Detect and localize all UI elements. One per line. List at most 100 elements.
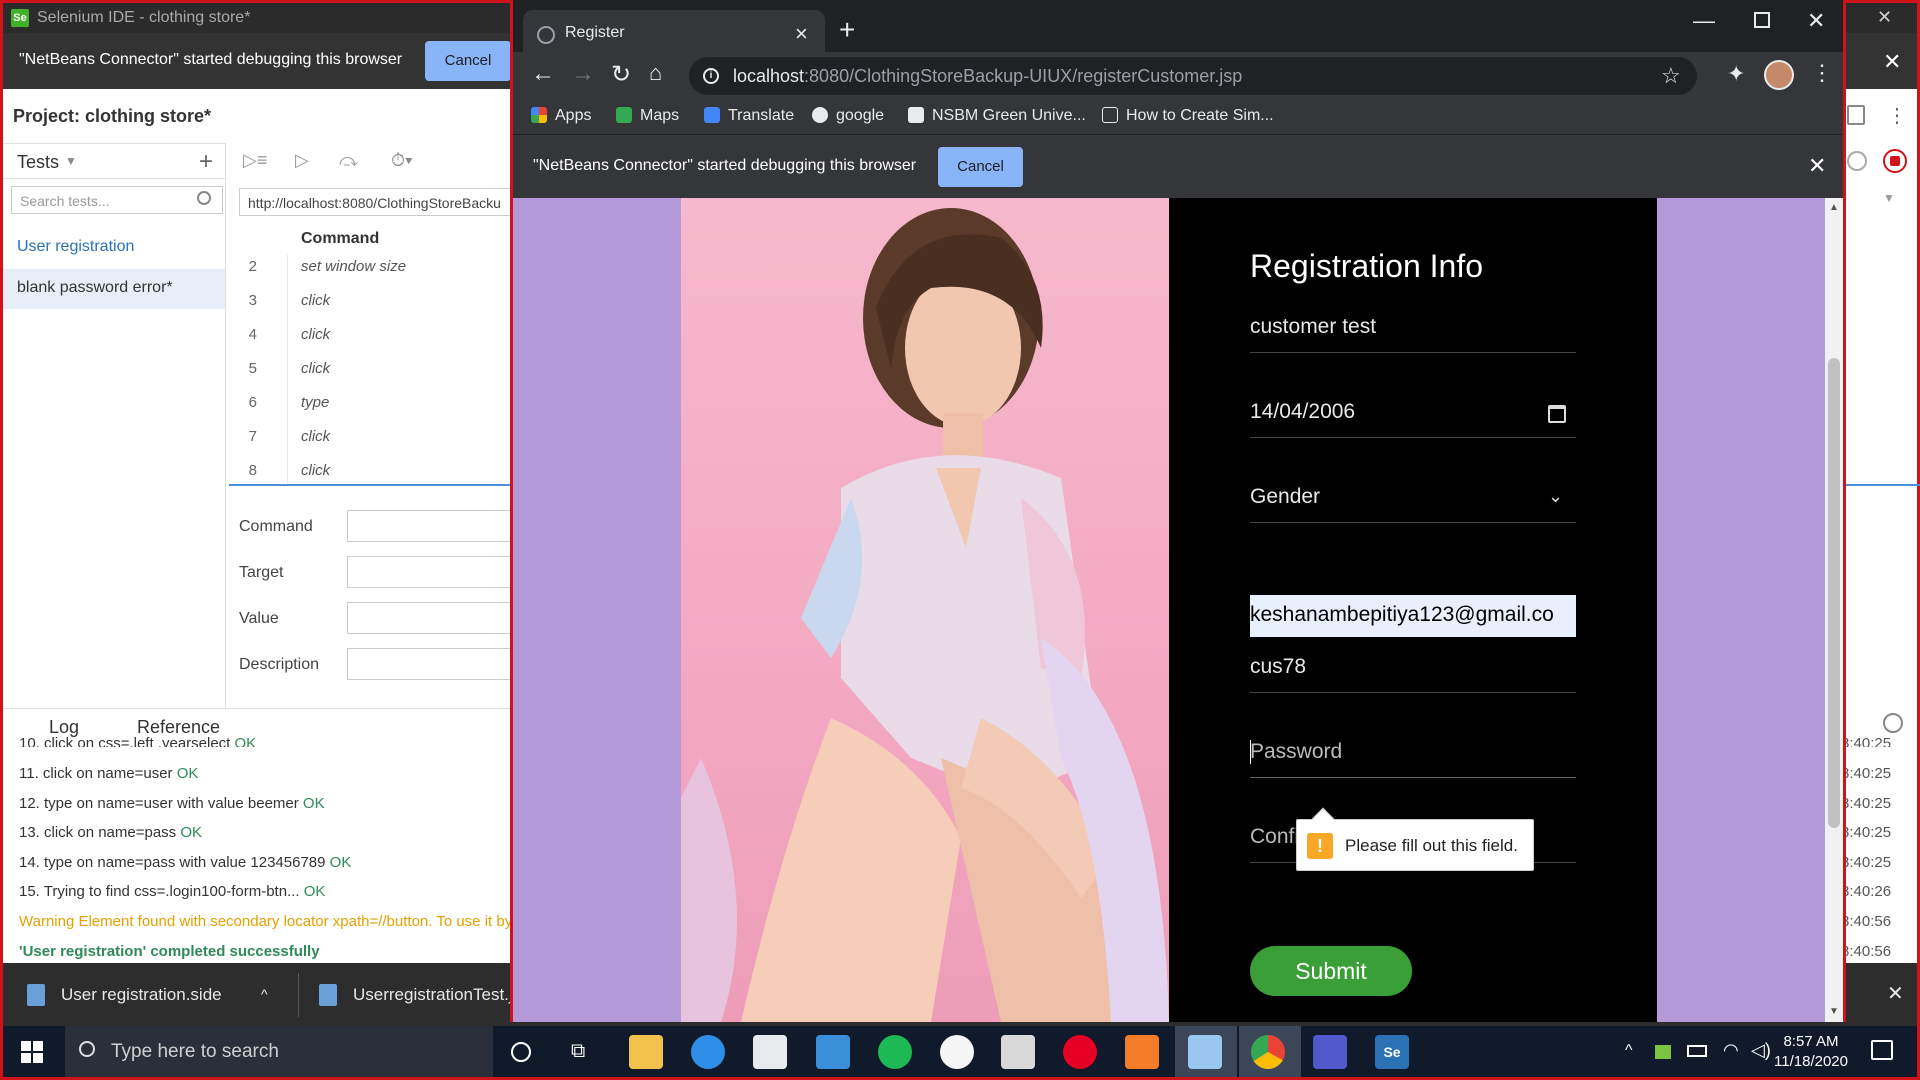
calendar-icon[interactable] xyxy=(1548,405,1566,423)
test-item-blank-password-error[interactable]: blank password error* xyxy=(3,269,225,309)
back-arrow-icon[interactable]: ← xyxy=(531,60,555,88)
taskbar-search-box[interactable]: Type here to search xyxy=(65,1026,493,1077)
run-current-test-icon[interactable]: ▷ xyxy=(295,150,309,171)
page-scrollbar[interactable]: ▲ ▼ xyxy=(1825,198,1843,1022)
date-of-birth-value: 14/04/2006 xyxy=(1250,400,1356,423)
email-input[interactable]: keshanambepitiya123@gmail.co xyxy=(1250,595,1576,637)
download-item-user-registration[interactable]: User registration.side xyxy=(61,963,222,1026)
taskbar-clock[interactable]: 8:57 AM 11/18/2020 xyxy=(1771,1032,1851,1072)
password-input[interactable]: Password xyxy=(1250,728,1576,778)
command-row[interactable]: 8 click xyxy=(229,462,529,496)
spotify-icon[interactable] xyxy=(878,1035,912,1069)
command-row[interactable]: 4 click xyxy=(229,326,529,360)
scrollbar-thumb[interactable] xyxy=(1828,358,1840,828)
speed-timer-icon[interactable]: ⏱▾ xyxy=(391,150,413,171)
bookmark-star-icon[interactable]: ☆ xyxy=(1661,63,1681,89)
maximize-icon[interactable] xyxy=(1754,12,1770,28)
forward-arrow-icon[interactable]: → xyxy=(571,60,595,88)
info-icon[interactable]: i xyxy=(703,68,719,84)
pinterest-icon[interactable] xyxy=(1063,1035,1097,1069)
tab-close-icon[interactable]: × xyxy=(795,21,808,47)
chrome-icon[interactable] xyxy=(1251,1035,1285,1069)
itunes-icon[interactable] xyxy=(940,1035,974,1069)
more-menu-icon[interactable]: ⋮ xyxy=(1887,103,1907,128)
command-row[interactable]: 2 set window size xyxy=(229,258,529,292)
xampp-icon[interactable] xyxy=(1125,1035,1159,1069)
chrome-infobar-close-icon[interactable]: ✕ xyxy=(1808,155,1826,177)
value-field-input[interactable] xyxy=(347,602,527,634)
scroll-up-icon[interactable]: ▲ xyxy=(1829,202,1839,213)
bookmark-apps[interactable]: Apps xyxy=(531,107,591,125)
chrome-menu-icon[interactable]: ⋮ xyxy=(1811,60,1833,86)
browser-toolbar: ← → ↻ ⌂ i localhost:8080/ClothingStoreBa… xyxy=(513,52,1843,102)
mail-icon[interactable] xyxy=(816,1035,850,1069)
command-row[interactable]: 6 type xyxy=(229,394,529,428)
project-name[interactable]: clothing store* xyxy=(85,106,211,126)
base-url-input[interactable]: http://localhost:8080/ClothingStoreBacku xyxy=(239,188,519,216)
url-chevron-down-icon[interactable]: ▼ xyxy=(1883,191,1895,205)
clear-log-icon[interactable] xyxy=(1883,713,1903,733)
gender-select[interactable]: Gender ⌄ xyxy=(1250,473,1576,523)
windows-start-icon[interactable] xyxy=(21,1041,43,1063)
add-test-plus-icon[interactable]: + xyxy=(199,148,213,176)
ide-infobar-cancel-button[interactable]: Cancel xyxy=(425,41,511,81)
virtualbox-icon[interactable] xyxy=(1188,1035,1222,1069)
volume-icon[interactable]: ◁) xyxy=(1751,1040,1771,1061)
home-icon[interactable]: ⌂ xyxy=(649,60,662,86)
chrome-infobar-cancel-button[interactable]: Cancel xyxy=(938,147,1023,187)
bookmark-google[interactable]: google xyxy=(812,107,884,125)
full-name-input[interactable]: customer test xyxy=(1250,303,1576,353)
log-ok: OK xyxy=(303,883,326,900)
date-of-birth-input[interactable]: 14/04/2006 xyxy=(1250,388,1576,438)
download-chevron-up-icon[interactable]: ^ xyxy=(261,963,268,1026)
pause-on-exceptions-icon[interactable] xyxy=(1847,151,1867,171)
submit-button[interactable]: Submit xyxy=(1250,946,1412,996)
tray-chevron-up-icon[interactable]: ^ xyxy=(1625,1042,1633,1060)
extensions-puzzle-icon[interactable]: ✦ xyxy=(1727,61,1745,87)
address-bar[interactable]: i localhost:8080/ClothingStoreBackup-UIU… xyxy=(689,57,1697,95)
test-item-user-registration[interactable]: User registration xyxy=(3,228,225,268)
profile-avatar[interactable] xyxy=(1764,60,1794,90)
teams-icon[interactable] xyxy=(1313,1035,1347,1069)
scroll-down-icon[interactable]: ▼ xyxy=(1829,1006,1839,1017)
stack-app-icon[interactable] xyxy=(1001,1035,1035,1069)
bookmark-translate[interactable]: Translate xyxy=(704,107,794,125)
downloads-close-icon[interactable]: ✕ xyxy=(1887,963,1904,1026)
window-close-icon[interactable]: ✕ xyxy=(1807,8,1825,34)
search-tests-input[interactable]: Search tests... xyxy=(11,186,223,214)
store-icon[interactable] xyxy=(753,1035,787,1069)
command-row[interactable]: 5 click xyxy=(229,360,529,394)
step-over-icon[interactable]: ⤼ xyxy=(339,150,358,171)
target-field-input[interactable] xyxy=(347,556,527,588)
ide-close-icon[interactable]: ✕ xyxy=(1877,7,1892,28)
cortana-icon[interactable] xyxy=(511,1042,531,1062)
bookmark-label: Maps xyxy=(640,107,680,124)
minimize-icon[interactable]: — xyxy=(1693,8,1715,34)
run-all-tests-icon[interactable]: ▷≡ xyxy=(243,150,267,171)
command-row[interactable]: 3 click xyxy=(229,292,529,326)
wifi-icon[interactable]: ◠ xyxy=(1723,1040,1739,1061)
record-stop-icon[interactable] xyxy=(1883,149,1907,173)
battery-icon[interactable] xyxy=(1687,1045,1707,1057)
new-tab-plus-icon[interactable]: + xyxy=(839,14,855,46)
file-explorer-icon[interactable] xyxy=(629,1035,663,1069)
bookmark-nsbm[interactable]: NSBM Green Unive... xyxy=(908,107,1086,125)
notifications-icon[interactable] xyxy=(1871,1040,1893,1060)
email-value: keshanambepitiya123@gmail.co xyxy=(1250,603,1554,626)
selenium-taskbar-icon[interactable]: Se xyxy=(1375,1035,1409,1069)
save-icon[interactable] xyxy=(1847,105,1865,125)
edge-icon[interactable] xyxy=(691,1035,725,1069)
tests-chevron-down-icon[interactable]: ▼ xyxy=(65,154,77,168)
bookmark-maps[interactable]: Maps xyxy=(616,107,679,125)
ide-infobar-close-icon[interactable]: ✕ xyxy=(1883,51,1901,73)
tests-dropdown[interactable]: Tests xyxy=(17,152,59,173)
command-field-input[interactable] xyxy=(347,510,527,542)
command-row[interactable]: 7 click xyxy=(229,428,529,462)
username-input[interactable]: cus78 xyxy=(1250,643,1576,693)
reload-icon[interactable]: ↻ xyxy=(611,60,631,89)
bookmark-how-to-create[interactable]: How to Create Sim... xyxy=(1102,107,1274,125)
nvidia-tray-icon[interactable] xyxy=(1655,1045,1671,1059)
description-field-input[interactable] xyxy=(347,648,527,680)
download-item-userregistrationtest[interactable]: UserregistrationTest.ja xyxy=(353,963,522,1026)
task-view-icon[interactable]: ⧉ xyxy=(571,1040,585,1063)
